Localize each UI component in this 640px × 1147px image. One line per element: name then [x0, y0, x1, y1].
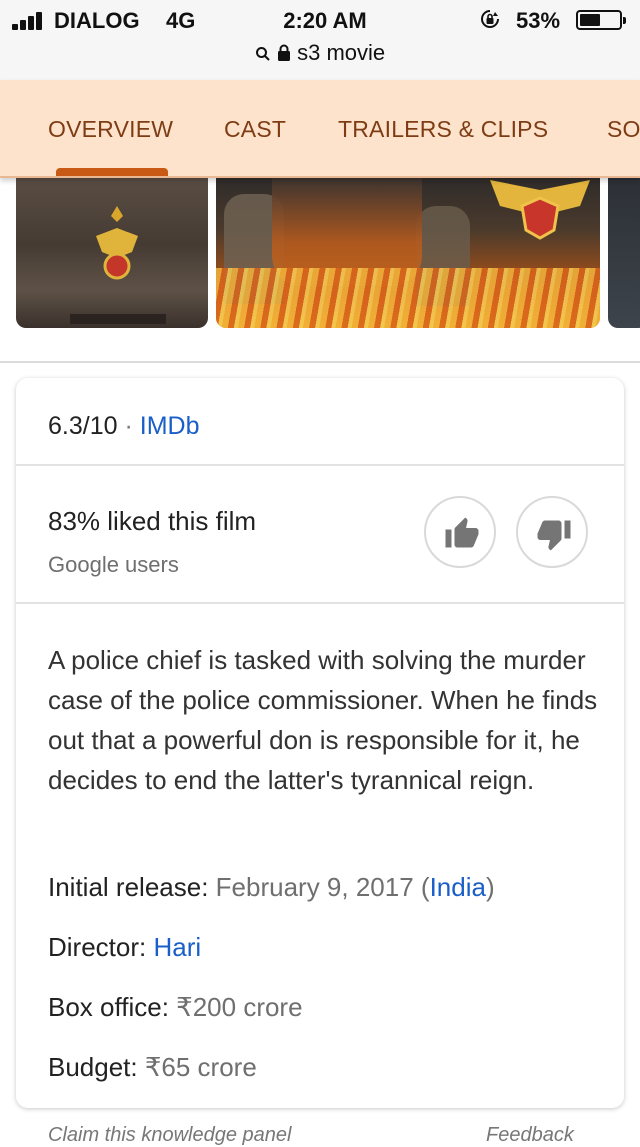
fact-director: Director: Hari [48, 932, 201, 963]
imdb-rating: 6.3/10 · IMDb [48, 412, 199, 441]
fact-paren-open: ( [413, 872, 430, 902]
fact-budget: Budget: ₹65 crore [48, 1052, 257, 1083]
search-icon [255, 47, 270, 61]
fact-value: ₹65 crore [144, 1052, 257, 1082]
divider [16, 602, 624, 604]
lock-icon [277, 44, 290, 61]
rating-score: 6.3/10 [48, 412, 118, 440]
status-bar: DIALOG 4G 2:20 AM 53% s3 movie [0, 0, 640, 80]
fact-box-office: Box office: ₹200 crore [48, 992, 303, 1023]
liked-percentage: 83% liked this film [48, 506, 257, 536]
divider [16, 464, 624, 466]
thumbs-up-icon [445, 517, 479, 548]
fact-initial-release: Initial release: February 9, 2017 (India… [48, 872, 495, 903]
movie-image-1[interactable] [16, 176, 208, 328]
fact-label: Budget: [48, 1052, 138, 1082]
movie-description: A police chief is tasked with solving th… [48, 645, 598, 795]
address-bar[interactable]: s3 movie [0, 40, 640, 66]
country-link[interactable]: India [430, 872, 486, 902]
police-emblem-image [490, 180, 590, 240]
fact-value: ₹200 crore [176, 992, 303, 1022]
movie-image-2[interactable] [216, 176, 600, 328]
battery-icon [576, 10, 626, 30]
belt-shape [70, 314, 166, 324]
active-tab-indicator [56, 168, 168, 176]
thumbs-down-icon [537, 520, 571, 551]
tab-overview[interactable]: OVERVIEW [48, 116, 173, 143]
fact-label: Director: [48, 932, 147, 962]
tab-cast[interactable]: CAST [224, 116, 286, 143]
rotation-lock-icon [481, 10, 499, 28]
battery-level [580, 14, 600, 26]
flames-shape [216, 268, 600, 328]
knowledge-panel-card: 6.3/10 · IMDb 83% liked this film Google… [16, 378, 624, 1108]
movie-image-3[interactable] [608, 176, 640, 328]
tab-trailers-clips[interactable]: TRAILERS & CLIPS [338, 116, 548, 143]
thumbs-down-button[interactable] [516, 496, 588, 568]
thumbs-up-button[interactable] [424, 496, 496, 568]
liked-source: Google users [48, 552, 179, 577]
fact-paren-close: ) [485, 872, 495, 902]
fact-label: Box office: [48, 992, 169, 1022]
battery-percent: 53% [516, 8, 561, 33]
fact-label: Initial release: [48, 872, 209, 902]
tab-bar: OVERVIEW CAST TRAILERS & CLIPS SO [0, 80, 640, 178]
police-emblem-image [96, 206, 138, 280]
director-link[interactable]: Hari [153, 932, 201, 962]
tab-songs[interactable]: SO [607, 116, 640, 143]
rating-separator: · [124, 412, 133, 440]
fact-value: February 9, 2017 [215, 872, 414, 902]
url-text: s3 movie [297, 40, 386, 65]
divider [0, 361, 640, 363]
imdb-link[interactable]: IMDb [140, 412, 200, 440]
